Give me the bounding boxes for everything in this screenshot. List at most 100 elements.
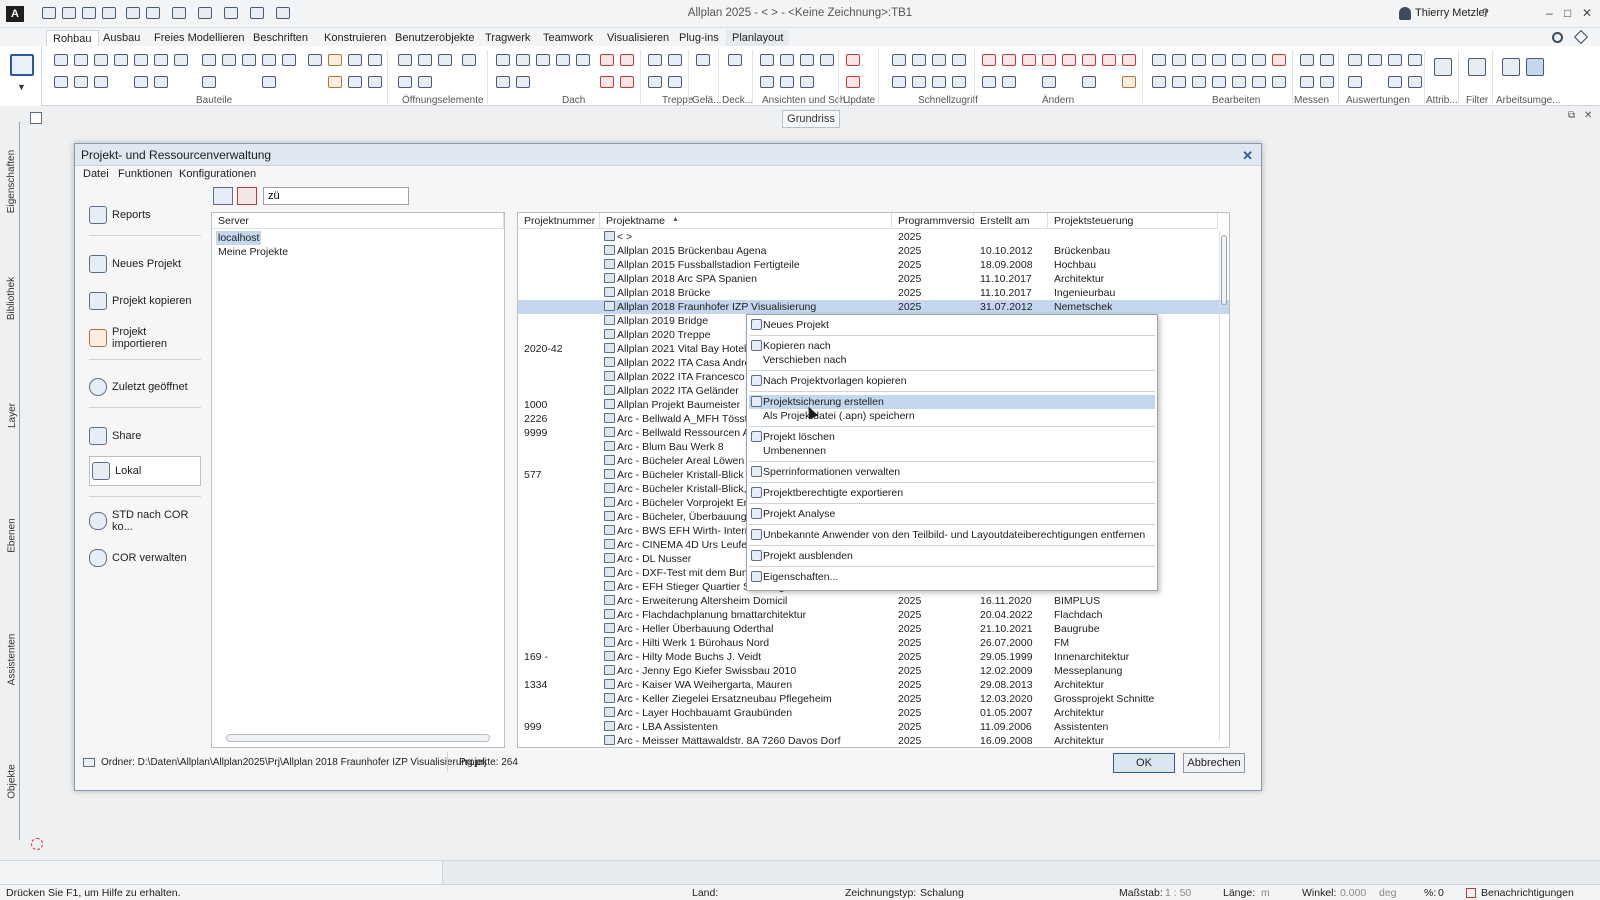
ok-button[interactable]: OK	[1113, 753, 1175, 773]
tab-visualisieren[interactable]: Visualisieren	[601, 30, 675, 46]
col-programmversion[interactable]: Programmversion	[892, 213, 981, 229]
table-row[interactable]: Arc - Jenny Ego Kiefer Swissbau 2010 2025…	[518, 664, 1229, 678]
side-tab-objekte[interactable]: Objekte	[5, 722, 20, 840]
group-label-oeffnungselemente: Öffnungselemente	[402, 95, 484, 106]
nav-import-project[interactable]: Projekt importieren	[89, 325, 201, 351]
col-projektnummer[interactable]: Projektnummer	[518, 213, 600, 229]
help-icon[interactable]: ?	[1482, 6, 1489, 20]
nav-cor-manage[interactable]: COR verwalten	[89, 545, 201, 571]
table-row[interactable]: Allplan 2015 Brückenbau Agena 2025 10.10.2…	[518, 244, 1229, 258]
table-row[interactable]: Arc - Meisser Mattawaldstr. 8A 7260 Davo…	[518, 734, 1229, 747]
project-name: Allplan 2015 Brückenbau Agena	[617, 245, 767, 257]
pin-icon[interactable]	[1573, 29, 1589, 45]
table-row[interactable]: Arc - Keller Ziegelei Ersatzneubau Pfleg…	[518, 692, 1229, 706]
notifications-label[interactable]: Benachrichtigungen	[1481, 887, 1574, 899]
nav-recent[interactable]: Zuletzt geöffnet	[89, 374, 201, 400]
nav-reports[interactable]: Reports	[89, 202, 201, 228]
nav-copy-project[interactable]: Projekt kopieren	[89, 288, 201, 314]
tab-beschriften[interactable]: Beschriften	[247, 30, 314, 46]
col-erstellt-am[interactable]: Erstellt am	[974, 213, 1048, 229]
restore-icon[interactable]: ⧉	[1568, 110, 1575, 121]
side-tab-ebenen[interactable]: Ebenen	[5, 474, 20, 596]
context-menu-item[interactable]: Nach Projektvorlagen kopieren	[749, 374, 1155, 388]
server-header[interactable]: Server	[212, 213, 504, 229]
tab-rohbau[interactable]: Rohbau	[46, 30, 99, 46]
tab-benutzerobjekte[interactable]: Benutzerobjekte	[389, 30, 481, 46]
ribbon-tools[interactable]	[42, 46, 1600, 92]
table-row[interactable]: 1334 Arc - Kaiser WA Weihergarta, Mauren 2…	[518, 678, 1229, 692]
server-hscrollbar[interactable]	[226, 734, 490, 742]
table-row[interactable]: Arc - Layer Hochbauamt Graubünden 2025 01.…	[518, 706, 1229, 720]
filter-icon[interactable]	[213, 187, 233, 205]
table-row[interactable]: 169 - Arc - Hilty Mode Buchs J. Veidt 2025…	[518, 650, 1229, 664]
table-row[interactable]: Arc - Flachdachplanung bmattarchitektur 2…	[518, 608, 1229, 622]
col-projektsteuerung[interactable]: Projektsteuerung	[1048, 213, 1218, 229]
tab-konstruieren[interactable]: Konstruieren	[318, 30, 392, 46]
tab-tragwerk[interactable]: Tragwerk	[479, 30, 536, 46]
side-tab-bibliothek[interactable]: Bibliothek	[5, 240, 20, 356]
tab-planlayout[interactable]: Planlayout	[726, 30, 790, 46]
table-row[interactable]: Arc - Hilti Werk 1 Bürohaus Nord 2025 26.0…	[518, 636, 1229, 650]
context-menu-item[interactable]: Neues Projekt	[749, 318, 1155, 332]
workspace-selector[interactable]: ▼	[0, 46, 42, 106]
user-name[interactable]: Thierry Metzler	[1415, 7, 1488, 19]
tab-ausbau[interactable]: Ausbau	[97, 30, 146, 46]
tab-freies-modellieren[interactable]: Freies Modellieren	[148, 30, 250, 46]
close-icon[interactable]: ✕	[1582, 6, 1592, 20]
clear-filter-icon[interactable]	[237, 187, 257, 205]
table-row[interactable]: < > 2025	[518, 230, 1229, 244]
table-row[interactable]: Arc - Erweiterung Altersheim Domicil 2025…	[518, 594, 1229, 608]
user-icon[interactable]	[1399, 7, 1411, 20]
context-menu-item[interactable]: Eigenschaften...	[749, 570, 1155, 584]
context-menu-item[interactable]: Umbenennen	[749, 444, 1155, 458]
dialog-close-icon[interactable]: ✕	[1242, 148, 1253, 164]
table-row[interactable]: Allplan 2018 Brücke 2025 11.10.2017 Ingenie…	[518, 286, 1229, 300]
side-tab-assistenten[interactable]: Assistenten	[5, 596, 20, 722]
tab-plug-ins[interactable]: Plug-ins	[673, 30, 725, 46]
context-menu-item[interactable]: Unbekannte Anwender von den Teilbild- un…	[749, 528, 1155, 542]
winkel-unit[interactable]: deg	[1379, 887, 1397, 899]
table-row[interactable]: 999 Arc - LBA Assistenten 2025 11.09.2006 As…	[518, 720, 1229, 734]
menu-separator	[749, 335, 1155, 336]
table-row[interactable]: Allplan 2018 Arc SPA Spanien 2025 11.10.20…	[518, 272, 1229, 286]
info-icon[interactable]	[30, 112, 42, 124]
close-view-icon[interactable]: ✕	[1584, 110, 1592, 121]
zeichnungstyp-value[interactable]: Schalung	[920, 887, 964, 899]
context-menu-item[interactable]: Projekt löschen	[749, 430, 1155, 444]
context-menu-item[interactable]: Projektberechtigte exportieren	[749, 486, 1155, 500]
nav-local[interactable]: Lokal	[89, 456, 201, 486]
notification-icon[interactable]	[1466, 888, 1476, 898]
target-icon[interactable]	[31, 838, 43, 850]
massstab-value[interactable]: 1 : 50	[1165, 887, 1191, 899]
nav-share[interactable]: Share	[89, 423, 201, 449]
winkel-value[interactable]: 0.000	[1340, 887, 1366, 899]
context-menu-item[interactable]: Projekt ausblenden	[749, 549, 1155, 563]
tab-teamwork[interactable]: Teamwork	[537, 30, 599, 46]
table-row[interactable]: Allplan 2015 Fussballstadion Fertigteile…	[518, 258, 1229, 272]
maximize-icon[interactable]: □	[1564, 6, 1571, 20]
menu-konfigurationen[interactable]: Konfigurationen	[179, 168, 256, 180]
project-icon	[604, 693, 615, 703]
server-item-localhost[interactable]: localhost	[216, 231, 262, 245]
table-row[interactable]: Allplan 2018 Fraunhofer IZP Visualisieru…	[518, 300, 1229, 314]
gear-icon[interactable]	[1552, 32, 1563, 43]
search-input[interactable]	[263, 187, 409, 205]
nav-std-cor[interactable]: STD nach COR ko...	[89, 508, 201, 534]
side-tab-layer[interactable]: Layer	[5, 356, 20, 474]
table-row[interactable]: Arc - Heller Überbauung Oderthal 2025 21.1…	[518, 622, 1229, 636]
server-item-meine-projekte[interactable]: Meine Projekte	[216, 245, 290, 259]
percent-value[interactable]: 0	[1438, 887, 1444, 899]
menu-datei[interactable]: Datei	[83, 168, 109, 180]
cancel-button[interactable]: Abbrechen	[1183, 753, 1245, 773]
table-vscrollbar[interactable]	[1219, 231, 1228, 741]
menu-funktionen[interactable]: Funktionen	[118, 168, 172, 180]
col-projektname[interactable]: Projektname	[600, 213, 892, 229]
side-tab-eigenschaften[interactable]: Eigenschaften	[5, 122, 20, 240]
context-menu-item[interactable]: Projekt Analyse	[749, 507, 1155, 521]
minimize-icon[interactable]: –	[1546, 6, 1553, 20]
context-menu-item[interactable]: Kopieren nach	[749, 339, 1155, 353]
context-menu-item[interactable]: Sperrinformationen verwalten	[749, 465, 1155, 479]
laenge-unit[interactable]: m	[1261, 887, 1270, 899]
context-menu-item[interactable]: Verschieben nach	[749, 353, 1155, 367]
nav-new-project[interactable]: Neues Projekt	[89, 251, 201, 277]
